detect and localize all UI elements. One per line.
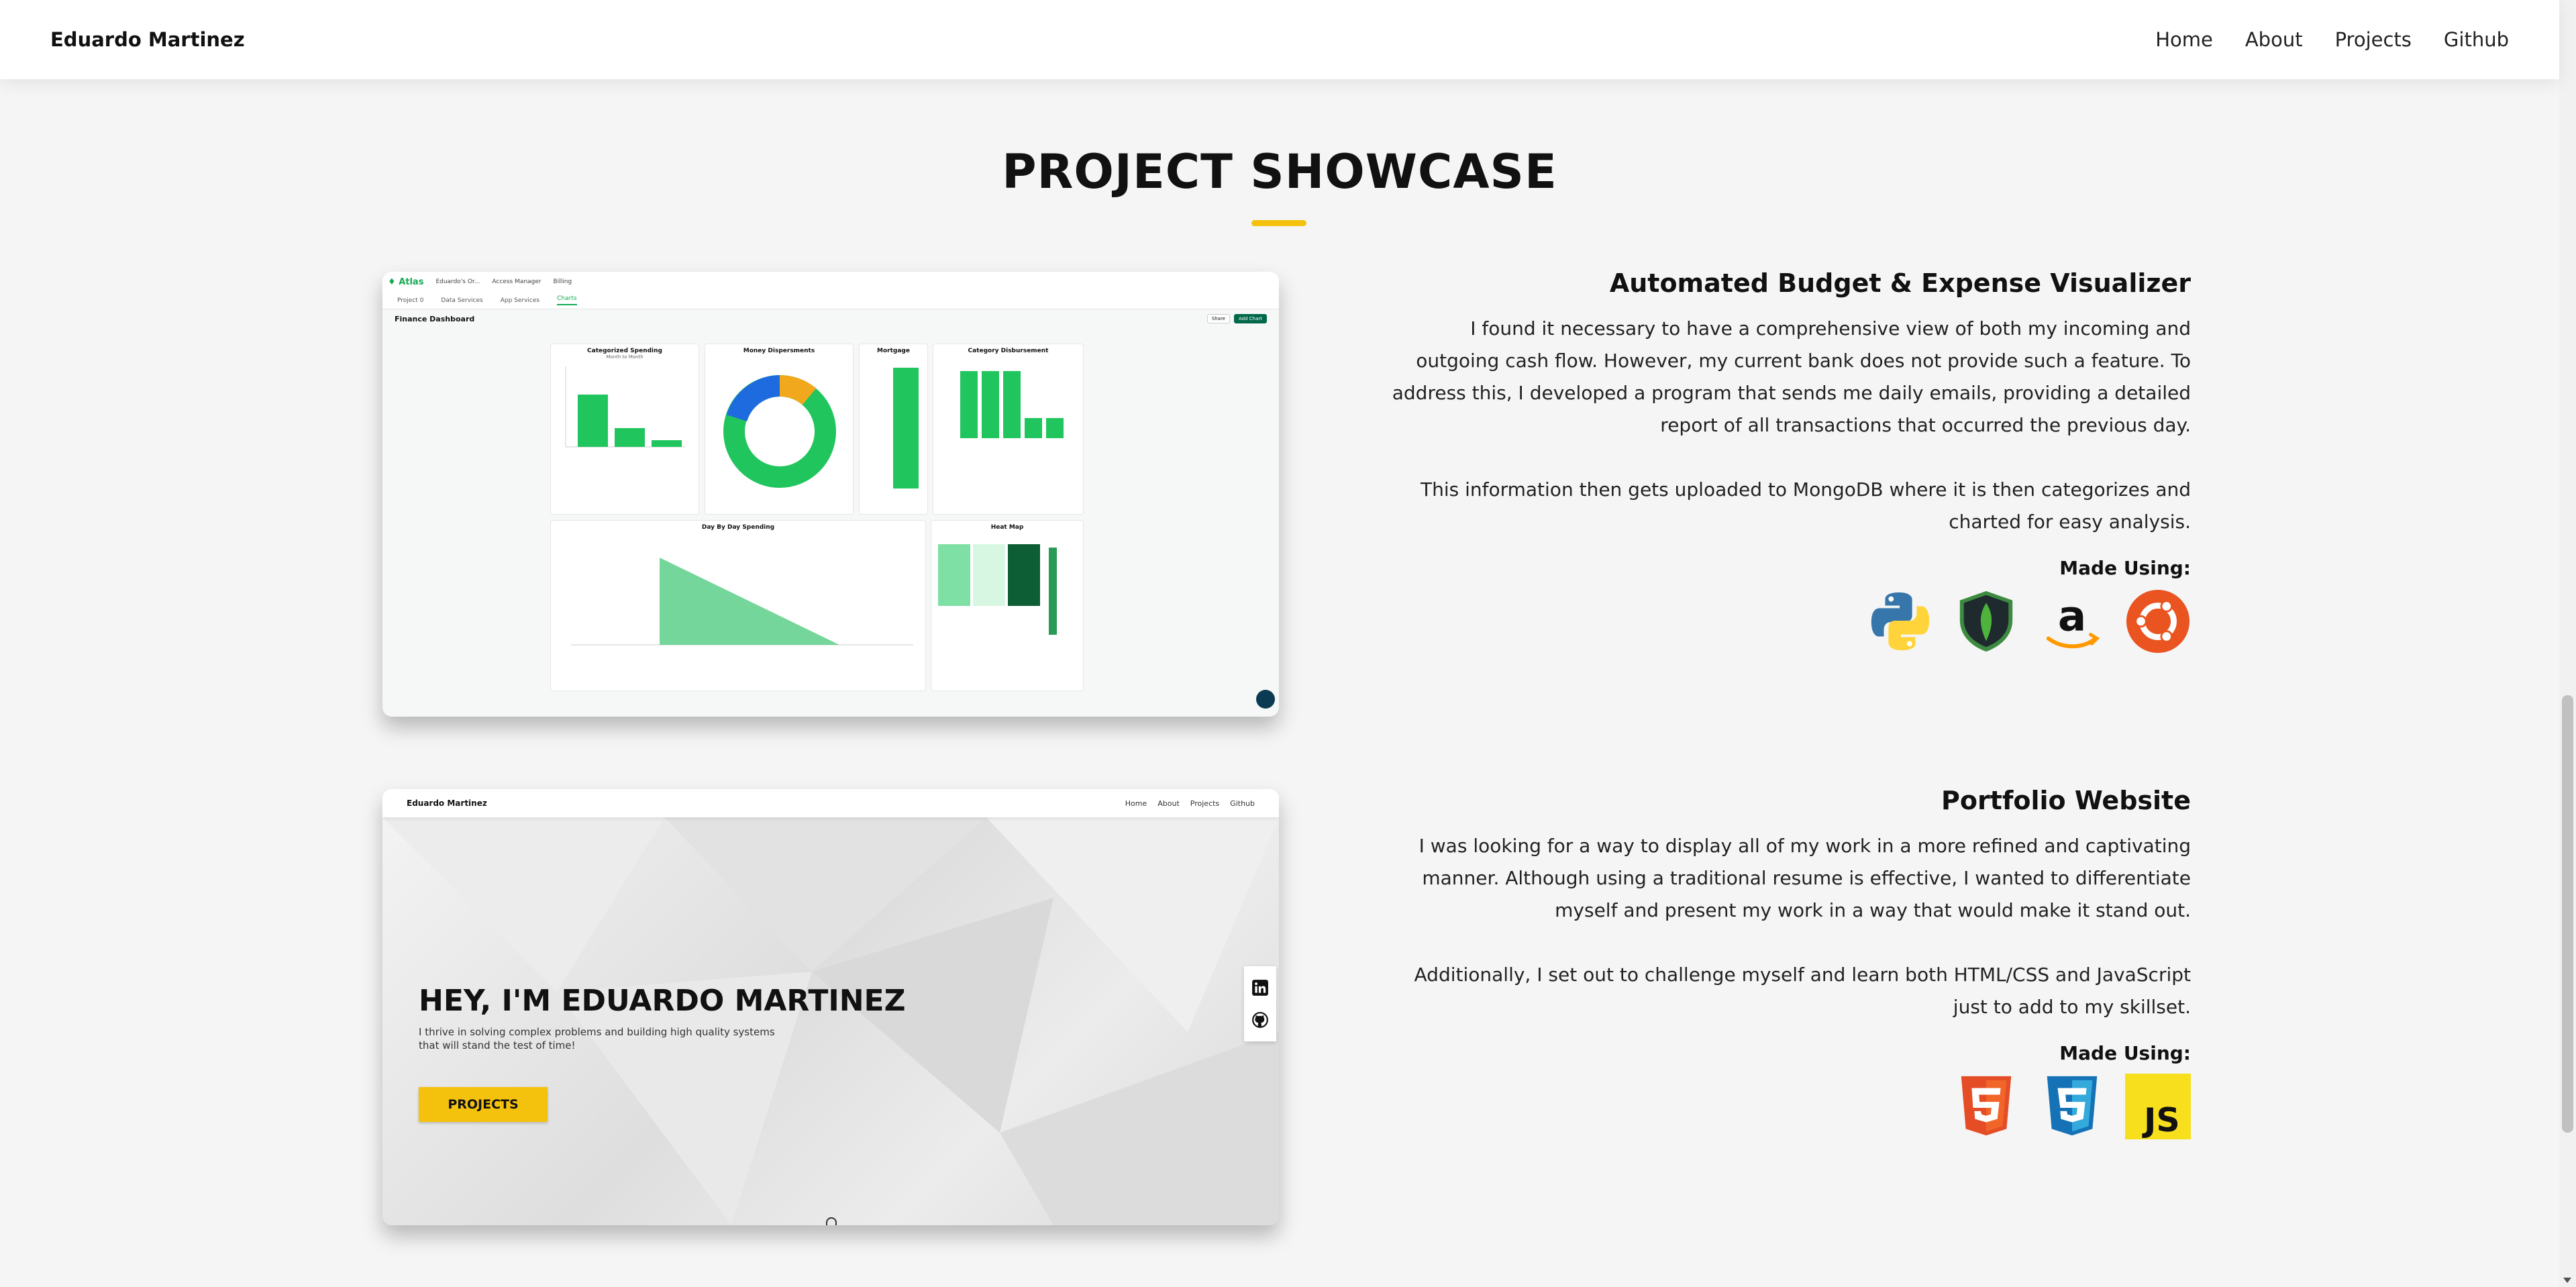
- panel-mortgage: Mortgage: [859, 344, 928, 515]
- svg-text:a: a: [2058, 592, 2086, 641]
- ubuntu-icon: [2125, 588, 2191, 654]
- add-chart-button: Add Chart: [1233, 314, 1267, 323]
- project-info-budget: Automated Budget & Expense Visualizer I …: [1386, 268, 2191, 654]
- donut-chart-icon: [723, 374, 836, 488]
- panel-money-dispersments: Money Dispersments: [705, 344, 854, 515]
- portfolio-projects-button: PROJECTS: [419, 1087, 548, 1122]
- portfolio-nav: Eduardo Martinez Home About Projects Git…: [382, 789, 1279, 817]
- github-icon: [1252, 1012, 1268, 1028]
- dashboard-bar: Finance Dashboard Share Add Chart: [382, 309, 1279, 328]
- bar-chart-icon: [893, 368, 919, 488]
- nav-about[interactable]: About: [2245, 28, 2303, 51]
- panel-categorized-spending: Categorized Spending Month to Month: [550, 344, 699, 515]
- svg-text:JS: JS: [2142, 1101, 2180, 1139]
- project-title: Portfolio Website: [1941, 786, 2191, 815]
- atlas-tabs: Project 0 Data Services App Services Cha…: [382, 292, 1279, 309]
- dashboard-title: Finance Dashboard: [395, 314, 475, 323]
- portfolio-nav-about: About: [1157, 799, 1180, 808]
- bar-chart-icon: [565, 366, 685, 448]
- css3-icon: [2039, 1074, 2105, 1139]
- portfolio-brand: Eduardo Martinez: [407, 799, 487, 808]
- panel-subtitle: Month to Month: [606, 354, 643, 360]
- bar-chart-icon: [960, 371, 1064, 438]
- panel-title: Money Dispersments: [743, 348, 815, 354]
- tech-icons: a: [1386, 588, 2191, 654]
- nav-github[interactable]: Github: [2444, 28, 2509, 51]
- atlas-topbar: ♦ Atlas Eduardo's Or... Access Manager B…: [382, 272, 1279, 292]
- panel-title: Category Disbursement: [968, 348, 1049, 354]
- project-info-portfolio: Portfolio Website I was looking for a wa…: [1386, 786, 2191, 1139]
- amazon-icon: a: [2039, 588, 2105, 654]
- project-description: I found it necessary to have a comprehen…: [1392, 317, 2191, 436]
- portfolio-nav-home: Home: [1125, 799, 1147, 808]
- portfolio-nav-github: Github: [1230, 799, 1255, 808]
- project-description: I was looking for a way to display all o…: [1419, 835, 2191, 921]
- section-title: PROJECT SHOWCASE: [1002, 144, 1557, 199]
- page-scrollbar[interactable]: [2559, 0, 2576, 1287]
- scroll-down-arrow-icon[interactable]: [2563, 1278, 2571, 1283]
- title-underline: [1251, 220, 1306, 226]
- panel-heat-map: Heat Map: [931, 520, 1084, 691]
- brand-name[interactable]: Eduardo Martinez: [50, 28, 245, 51]
- portfolio-hero-subtitle: I thrive in solving complex problems and…: [419, 1026, 775, 1051]
- tab-charts: Charts: [557, 295, 577, 305]
- project-screenshot-budget[interactable]: ♦ Atlas Eduardo's Or... Access Manager B…: [382, 272, 1279, 717]
- python-icon: [1867, 588, 1933, 654]
- scrollbar-thumb[interactable]: [2562, 695, 2573, 1133]
- javascript-icon: JS: [2125, 1074, 2191, 1139]
- portfolio-hero-title: HEY, I'M EDUARDO MARTINEZ: [419, 984, 906, 1018]
- panel-title: Day By Day Spending: [701, 524, 775, 531]
- heat-map-icon: [938, 544, 1057, 635]
- scroll-mouse-icon: [826, 1217, 837, 1225]
- share-button: Share: [1206, 314, 1230, 323]
- made-using-label: Made Using:: [2059, 1042, 2191, 1064]
- linkedin-icon: [1252, 980, 1268, 996]
- panel-day-by-day-spending: Day By Day Spending: [550, 520, 926, 691]
- panel-title: Heat Map: [990, 524, 1024, 531]
- tech-icons: JS: [1386, 1074, 2191, 1139]
- project-description: This information then gets uploaded to M…: [1420, 478, 2191, 533]
- project-screenshot-portfolio[interactable]: Eduardo Martinez Home About Projects Git…: [382, 789, 1279, 1225]
- billing: Billing: [553, 278, 572, 285]
- made-using-label: Made Using:: [2059, 557, 2191, 579]
- nav-projects[interactable]: Projects: [2335, 28, 2412, 51]
- panel-title: Categorized Spending: [587, 348, 662, 354]
- area-chart-icon: [571, 558, 913, 646]
- nav-home[interactable]: Home: [2155, 28, 2213, 51]
- portfolio-hero: HEY, I'M EDUARDO MARTINEZ I thrive in so…: [382, 817, 1279, 1225]
- mongodb-icon: [1953, 588, 2019, 654]
- project-description: Additionally, I set out to challenge mys…: [1414, 964, 2191, 1018]
- project-title: Automated Budget & Expense Visualizer: [1609, 268, 2191, 298]
- org-crumb: Eduardo's Or...: [435, 278, 480, 285]
- panel-category-disbursement: Category Disbursement: [933, 344, 1084, 515]
- access-manager: Access Manager: [492, 278, 542, 285]
- project-selector: Project 0: [397, 297, 424, 304]
- chat-bubble-icon: [1256, 690, 1275, 709]
- dashboard-actions: Share Add Chart: [1206, 314, 1267, 323]
- html5-icon: [1953, 1074, 2019, 1139]
- main-nav: Home About Projects Github: [2155, 28, 2509, 51]
- polygon-background: [382, 817, 1279, 1225]
- tab-data-services: Data Services: [441, 297, 483, 304]
- atlas-logo-label: Atlas: [399, 276, 424, 287]
- portfolio-social-bar: [1244, 966, 1276, 1041]
- tab-app-services: App Services: [500, 297, 540, 304]
- portfolio-links: Home About Projects Github: [1125, 799, 1255, 808]
- site-header: Eduardo Martinez Home About Projects Git…: [0, 0, 2559, 79]
- portfolio-nav-projects: Projects: [1190, 799, 1220, 808]
- atlas-logo: ♦ Atlas: [388, 276, 424, 287]
- panel-title: Mortgage: [877, 348, 910, 354]
